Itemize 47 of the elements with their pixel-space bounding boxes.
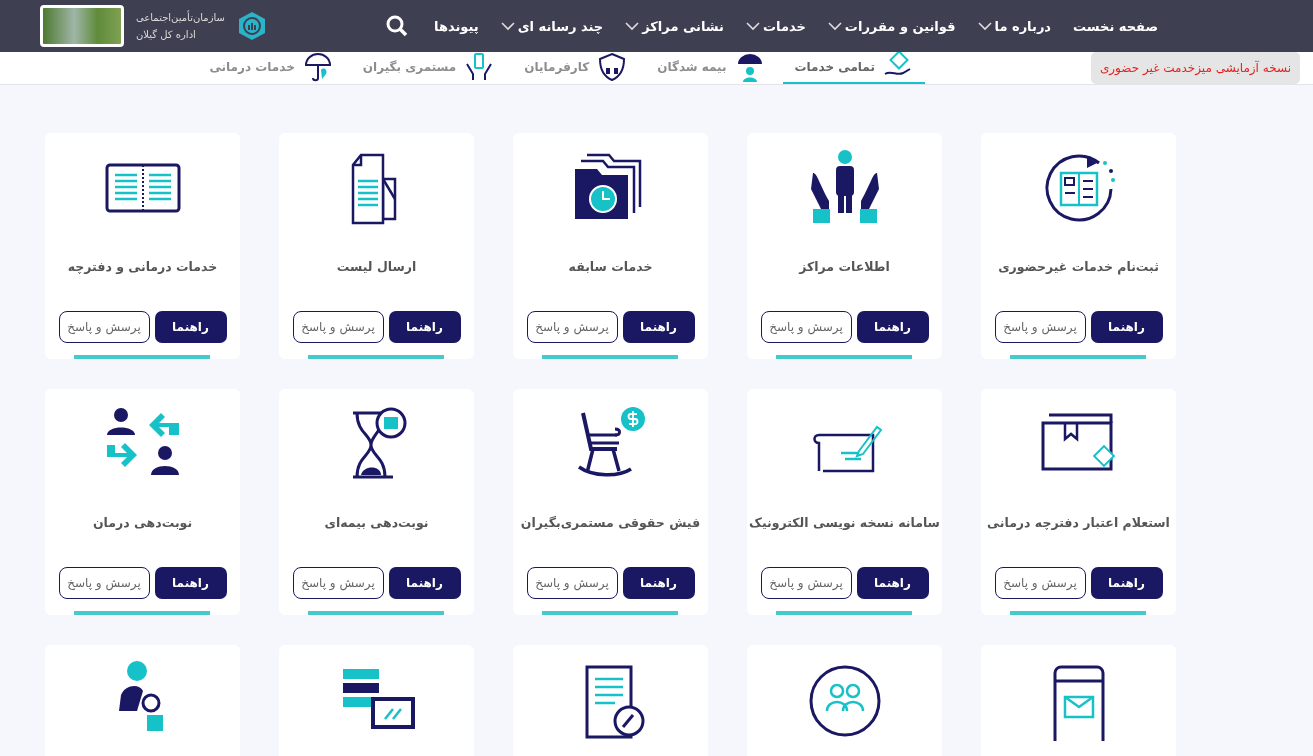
service-title: ثبت‌نام خدمات غیرحضوری [998,259,1159,277]
service-title: استعلام اعتبار دفترچه درمانی [987,515,1170,533]
service-title: نوبت‌دهی بیمه‌ای [324,515,429,532]
faq-button[interactable]: پرسش و پاسخ [760,311,852,343]
service-title: فیش حقوقی مستمری‌بگیران [520,515,701,532]
logo-title: سازمان‌تأمین‌اجتماعی [136,12,225,23]
faq-button[interactable]: پرسش و پاسخ [760,567,852,599]
faq-button[interactable]: پرسش و پاسخ [526,567,618,599]
faq-button[interactable]: پرسش و پاسخ [526,311,618,343]
faq-button[interactable]: پرسش و پاسخ [994,567,1086,599]
search-button[interactable] [386,15,409,37]
nav-link[interactable]: قوانین و مقررات [827,18,956,34]
service-title: سامانه نسخه نویسی الکترونیک [749,515,940,532]
faq-button[interactable]: پرسش و پاسخ [994,311,1086,343]
umbrella-heart-icon [302,52,333,82]
guide-button[interactable]: راهنما [1090,311,1163,343]
guide-button[interactable]: راهنما [622,567,695,599]
guide-button[interactable]: راهنما [388,311,461,343]
faq-button[interactable]: پرسش و پاسخ [58,567,150,599]
nav-link[interactable]: درباره ما [977,18,1052,34]
service-title: ارسال لیست [336,259,417,276]
nav-link[interactable]: نشانی مراکز [625,18,724,34]
nav-link[interactable]: چند رسانه ای [500,18,604,34]
category-tab[interactable]: تمامی خدمات [782,52,925,84]
service-title: نوبت‌دهی درمان [92,515,193,532]
hands-card-icon [464,52,495,82]
guide-button[interactable]: راهنما [154,311,227,343]
guide-button[interactable]: راهنما [856,311,929,343]
faq-button[interactable]: پرسش و پاسخ [58,311,150,343]
service-title: خدمات سابقه [568,259,653,276]
logo-icon [236,11,267,41]
service-title: خدمات درمانی و دفترچه [67,259,218,276]
logo-subtitle: اداره کل گیلان [136,29,196,40]
guide-button[interactable]: راهنما [1090,567,1163,599]
guide-button[interactable]: راهنما [622,311,695,343]
nav-link[interactable]: پیوندها [434,18,479,34]
guide-button[interactable]: راهنما [856,567,929,599]
guide-button[interactable]: راهنما [154,567,227,599]
shield-people-icon [597,52,628,82]
faq-button[interactable]: پرسش و پاسخ [292,567,384,599]
faq-button[interactable]: پرسش و پاسخ [292,311,384,343]
service-title: اطلاعات مراکز [799,259,890,276]
guide-button[interactable]: راهنما [388,567,461,599]
nav-link[interactable]: خدمات [746,18,806,34]
nav-link[interactable]: صفحه نخست [1073,18,1158,34]
search-icon [386,15,409,37]
trial-version-button[interactable]: نسخه آزمایشی میزخدمت غیر حضوری [1090,52,1300,84]
